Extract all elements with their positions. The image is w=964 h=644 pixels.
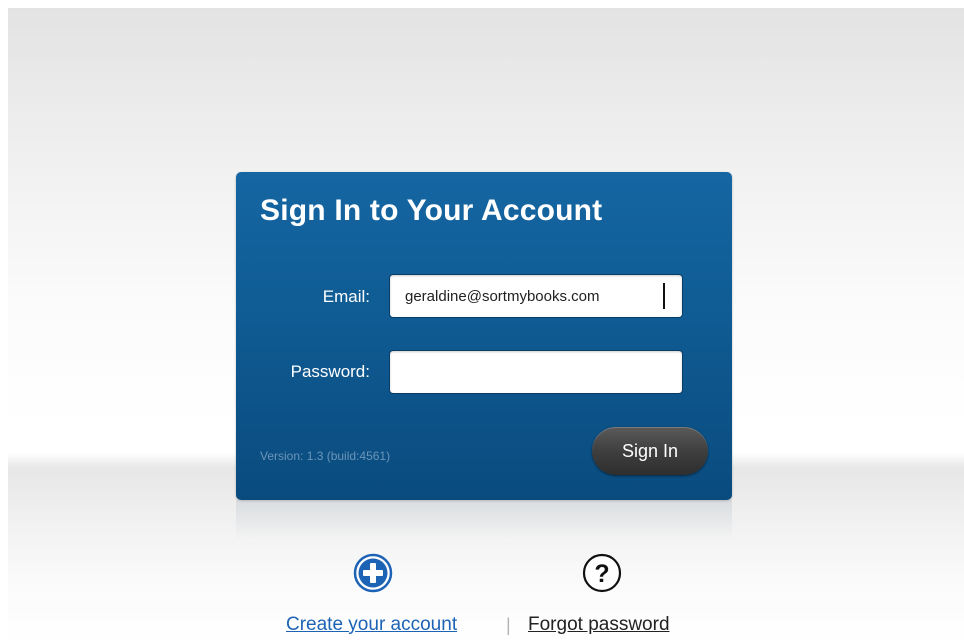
plus-circle-icon[interactable] (353, 553, 393, 593)
sign-in-button[interactable]: Sign In (592, 427, 708, 475)
email-field[interactable] (389, 274, 683, 318)
create-account-link[interactable]: Create your account (286, 614, 457, 636)
text-caret (663, 283, 665, 309)
sign-in-title: Sign In to Your Account (260, 194, 603, 227)
password-label: Password: (290, 362, 370, 381)
forgot-password-link[interactable]: Forgot password (528, 614, 670, 636)
sign-in-card: Sign In to Your Account Email: Password:… (236, 172, 732, 500)
version-text: Version: 1.3 (build:4561) (260, 449, 391, 463)
card-reflection (236, 500, 732, 540)
email-label: Email: (322, 287, 370, 306)
link-separator: | (506, 615, 511, 635)
svg-text:?: ? (594, 560, 609, 588)
password-field[interactable] (389, 350, 683, 394)
question-circle-icon[interactable]: ? (582, 553, 622, 593)
